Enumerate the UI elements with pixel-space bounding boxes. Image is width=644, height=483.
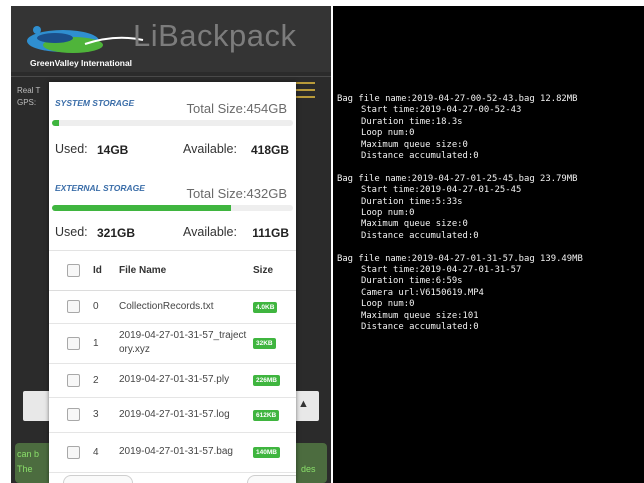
bag-info-block: Bag file name:2019-04-27-01-31-57.bag 13… — [337, 254, 583, 334]
terminal-line: Distance accumulated:0 — [361, 230, 479, 241]
size-badge: 612KB — [253, 409, 280, 421]
terminal-line: Maximum queue size:0 — [361, 219, 468, 230]
terminal-line: Start time:2019-04-27-01-31-57 — [361, 265, 522, 276]
row-id: 1 — [93, 323, 119, 364]
header-id: Id — [93, 252, 119, 291]
background-status-text-2: The — [17, 464, 33, 474]
background-status-text-1: can b — [17, 449, 40, 459]
divider — [49, 250, 296, 251]
terminal-line: Loop num:0 — [361, 128, 415, 139]
bag-info-block: Bag file name:2019-04-27-00-52-43.bag 12… — [337, 94, 583, 162]
gps-label: GPS: — [17, 98, 37, 107]
dialog-right-button[interactable] — [247, 475, 296, 483]
system-storage-progress-fill — [52, 120, 60, 126]
row-checkbox[interactable] — [67, 373, 80, 387]
external-storage-title: EXTERNAL STORAGE — [55, 183, 145, 193]
system-used-label: Used: — [55, 142, 88, 156]
caret-up-icon: ▲ — [298, 398, 309, 410]
terminal-line: Loop num:0 — [361, 299, 415, 310]
file-table: Id File Name Size 0 CollectionRecords.tx… — [49, 252, 296, 473]
row-id: 2 — [93, 363, 119, 398]
app-screen: GreenValley International LiBackpack Rea… — [11, 6, 331, 483]
size-badge: 140MB — [253, 447, 280, 458]
dialog-left-button[interactable] — [63, 475, 133, 483]
row-file-name: 2019-04-27-01-31-57.log — [119, 397, 251, 433]
menu-icon[interactable] — [293, 82, 315, 103]
table-row[interactable]: 2 2019-04-27-01-31-57.ply 226MB — [49, 363, 296, 398]
row-file-name: 2019-04-27-01-31-57.ply — [119, 363, 251, 398]
select-all-cell — [49, 252, 93, 291]
terminal-line: Camera url:V6150619.MP4 — [361, 287, 484, 298]
row-checkbox[interactable] — [67, 300, 80, 313]
table-header-row: Id File Name Size — [49, 252, 296, 291]
terminal-line: Start time:2019-04-27-01-25-45 — [361, 185, 522, 196]
table-row[interactable]: 3 2019-04-27-01-31-57.log 612KB — [49, 397, 296, 433]
terminal-line: Duration time:5:33s — [361, 196, 463, 207]
background-status-text-3: des — [301, 464, 316, 474]
external-used-value: 321GB — [97, 226, 136, 240]
table-row[interactable]: 4 2019-04-27-01-31-57.bag 140MB — [49, 432, 296, 473]
bag-header: Bag file name:2019-04-27-01-31-57.bag 13… — [337, 253, 583, 264]
system-available-label: Available: — [183, 142, 237, 156]
size-badge: 4.0KB — [253, 301, 278, 313]
terminal-line: Duration time:18.3s — [361, 116, 463, 127]
terminal-line: Distance accumulated:0 — [361, 322, 479, 333]
app-header: GreenValley International LiBackpack — [11, 6, 331, 72]
terminal-line: Maximum queue size:0 — [361, 139, 468, 150]
row-checkbox[interactable] — [67, 408, 80, 421]
row-file-name: CollectionRecords.txt — [119, 290, 251, 324]
table-row[interactable]: 1 2019-04-27-01-31-57_trajectory.xyz 32K… — [49, 323, 296, 364]
system-storage-total: Total Size:454GB — [186, 101, 287, 116]
system-used-value: 14GB — [97, 143, 129, 157]
terminal-line: Loop num:0 — [361, 208, 415, 219]
size-badge: 226MB — [253, 375, 280, 386]
system-available-value: 418GB — [250, 143, 289, 157]
row-file-name: 2019-04-27-01-31-57.bag — [119, 432, 251, 473]
row-checkbox[interactable] — [67, 336, 80, 350]
size-badge: 32KB — [253, 338, 276, 349]
bag-info-block: Bag file name:2019-04-27-01-25-45.bag 23… — [337, 174, 583, 242]
bag-header: Bag file name:2019-04-27-01-25-45.bag 23… — [337, 173, 578, 184]
row-id: 0 — [93, 290, 119, 324]
terminal-line: Duration time:6:59s — [361, 276, 463, 287]
bag-header: Bag file name:2019-04-27-00-52-43.bag 12… — [337, 94, 578, 104]
app-title: LiBackpack — [133, 18, 297, 53]
terminal-line: Maximum queue size:101 — [361, 310, 479, 321]
external-storage-progress — [52, 205, 293, 211]
external-used-label: Used: — [55, 225, 88, 239]
select-all-checkbox[interactable] — [67, 264, 80, 278]
storage-dialog: SYSTEM STORAGE Total Size:454GB Used: 14… — [49, 82, 296, 483]
external-storage-total: Total Size:432GB — [186, 186, 287, 201]
realtime-label: Real T — [17, 86, 41, 95]
row-id: 4 — [93, 432, 119, 473]
logo-text: GreenValley International — [30, 58, 133, 68]
system-storage-progress — [52, 120, 293, 126]
row-id: 3 — [93, 397, 119, 433]
terminal-line: Start time:2019-04-27-00-52-43 — [361, 105, 522, 116]
row-file-name: 2019-04-27-01-31-57_trajectory.xyz — [119, 323, 251, 364]
external-available-label: Available: — [183, 225, 237, 239]
terminal-panel: Bag file name:2019-04-27-00-52-43.bag 12… — [333, 6, 644, 483]
system-storage-title: SYSTEM STORAGE — [55, 98, 135, 108]
terminal-line: Distance accumulated:0 — [361, 151, 479, 162]
external-available-value: 111GB — [252, 226, 289, 240]
external-storage-progress-fill — [52, 205, 232, 211]
header-file-name: File Name — [119, 252, 251, 291]
row-checkbox[interactable] — [67, 445, 80, 459]
divider — [11, 76, 331, 77]
terminal-output: Bag file name:2019-04-27-00-52-43.bag 12… — [337, 94, 583, 345]
header-size: Size — [251, 252, 296, 291]
table-row[interactable]: 0 CollectionRecords.txt 4.0KB — [49, 290, 296, 324]
